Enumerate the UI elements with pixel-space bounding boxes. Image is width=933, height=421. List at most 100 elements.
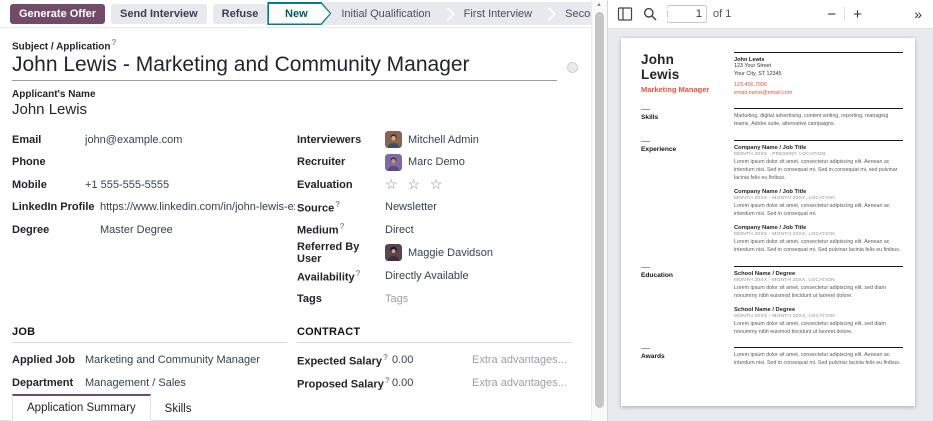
subject-input[interactable]: John Lewis - Marketing and Community Man… <box>12 53 557 81</box>
field-availability: Availability? Directly Available <box>297 265 580 288</box>
expected-salary-input[interactable]: 0.00 <box>392 354 472 366</box>
education-section-label: Education <box>641 272 734 279</box>
experience-entry: Company Name / Job Title MONTH 20XX - MO… <box>734 189 903 219</box>
proposed-salary-extra-input[interactable]: Extra advantages... <box>472 377 567 389</box>
refuse-button[interactable]: Refuse <box>213 4 268 24</box>
experience-entry: Company Name / Job Title MONTH 20XX - MO… <box>734 225 903 255</box>
generate-offer-button[interactable]: Generate Offer <box>10 4 105 24</box>
pdf-toolbar: of 1 − + » <box>608 0 933 29</box>
form-action-bar: Generate Offer Send Interview Refuse New… <box>0 0 591 27</box>
medium-select[interactable]: Direct <box>385 224 414 236</box>
send-interview-button[interactable]: Send Interview <box>111 4 207 24</box>
tags-input[interactable]: Tags <box>385 293 408 305</box>
education-entry-dates: MONTH 20XX - MONTH 20XX, LOCATION <box>734 314 903 319</box>
field-source: Source? Newsletter <box>297 196 580 219</box>
zoom-controls: − + <box>819 6 870 23</box>
sidebar-toggle-icon[interactable] <box>617 6 633 22</box>
zoom-out-button[interactable]: − <box>819 6 844 23</box>
avatar <box>385 131 402 148</box>
stage-new-label: New <box>285 8 308 20</box>
interviewers-input[interactable]: Mitchell Admin <box>385 131 479 148</box>
education-entry-title: School Name / Degree <box>734 307 903 313</box>
skills-section-label: Skills <box>641 114 734 121</box>
applied-job-select[interactable]: Marketing and Community Manager <box>85 354 260 366</box>
resume-contact-block: John Lewis 123 Your Street Your City, ST… <box>734 52 903 97</box>
department-label: Department <box>12 377 85 389</box>
stage-initial-qualification[interactable]: Initial Qualification <box>331 2 443 25</box>
stage-new[interactable]: New <box>267 2 331 25</box>
experience-entry-dates: MONTH 20XX - MONTH 20XX, LOCATION <box>734 196 903 201</box>
help-marker: ? <box>385 376 390 385</box>
resume-last-name: Lewis <box>641 67 734 82</box>
stage-separator-icon <box>545 2 555 25</box>
applicant-name-input[interactable]: John Lewis <box>12 101 579 118</box>
section-rule <box>734 347 903 348</box>
awards-section-label: Awards <box>641 353 734 360</box>
referred-by-label: Referred By User <box>297 241 385 265</box>
interviewers-value: Mitchell Admin <box>408 134 479 146</box>
field-email: Email john@example.com <box>12 128 295 151</box>
linkedin-label: LinkedIn Profile <box>12 201 100 213</box>
section-rule <box>734 52 903 53</box>
degree-select[interactable]: Master Degree <box>100 224 173 236</box>
experience-entry-dates: MONTH 20XX - PRESENT, LOCATION <box>734 152 903 157</box>
experience-entry-title: Company Name / Job Title <box>734 145 903 151</box>
field-applied-job: Applied Job Marketing and Community Mana… <box>12 349 295 372</box>
kanban-state-icon[interactable] <box>567 62 578 73</box>
education-entry-body: Lorem ipsum dolor sit amet, consectetur … <box>734 321 902 337</box>
field-proposed-salary: Proposed Salary? 0.00 Extra advantages..… <box>297 372 580 393</box>
source-select[interactable]: Newsletter <box>385 201 437 213</box>
field-tags: Tags Tags <box>297 287 580 310</box>
education-entry: School Name / Degree MONTH 20XX - MONTH … <box>734 307 903 337</box>
mobile-label: Mobile <box>12 179 85 191</box>
toolbar-expand-button[interactable]: » <box>912 6 924 22</box>
form-scrollbar[interactable]: ▲ <box>591 0 607 421</box>
email-input[interactable]: john@example.com <box>85 134 182 146</box>
search-icon[interactable] <box>642 6 658 22</box>
stage-first-interview[interactable]: First Interview <box>454 2 545 25</box>
section-dash <box>641 348 650 349</box>
contract-section-title: CONTRACT <box>297 326 572 343</box>
proposed-salary-input[interactable]: 0.00 <box>392 377 472 389</box>
referred-by-input[interactable]: Maggie Davidson <box>385 244 493 261</box>
recruiter-input[interactable]: Marc Demo <box>385 154 465 171</box>
expected-salary-extra-input[interactable]: Extra advantages... <box>472 354 567 366</box>
scrollbar-up-icon[interactable]: ▲ <box>596 2 602 8</box>
field-department: Department Management / Sales <box>12 372 295 393</box>
resume-section-experience: Experience Company Name / Job Title MONT… <box>641 140 903 255</box>
contact-phone: 123.456.7890 <box>734 82 903 90</box>
field-interviewers: Interviewers Mitchell Admin <box>297 128 580 151</box>
department-select[interactable]: Management / Sales <box>85 377 186 389</box>
subject-row: John Lewis - Marketing and Community Man… <box>12 53 579 81</box>
applicant-form-panel: Generate Offer Send Interview Refuse New… <box>0 0 591 421</box>
experience-entry: Company Name / Job Title MONTH 20XX - PR… <box>734 145 903 183</box>
resume-header: John Lewis Marketing Manager John Lewis … <box>641 52 903 97</box>
scrollbar-thumb[interactable] <box>595 12 604 408</box>
job-section-title: JOB <box>12 326 287 343</box>
zoom-in-button[interactable]: + <box>845 6 870 23</box>
resume-section-awards: Awards Lorem ipsum dolor sit amet, conse… <box>641 347 903 368</box>
linkedin-input[interactable]: https://www.linkedin.com/in/john-lewis-e… <box>100 201 295 213</box>
experience-entry-title: Company Name / Job Title <box>734 225 903 231</box>
resume-name-block: John Lewis Marketing Manager <box>641 52 734 97</box>
referred-by-value: Maggie Davidson <box>408 247 493 259</box>
tab-skills[interactable]: Skills <box>151 397 206 421</box>
education-entry: School Name / Degree MONTH 20XX - MONTH … <box>734 271 903 301</box>
availability-input[interactable]: Directly Available <box>385 270 469 282</box>
notebook-tabs: Application Summary Skills <box>0 393 591 421</box>
pdf-content-area[interactable]: John Lewis Marketing Manager John Lewis … <box>608 29 933 421</box>
help-marker: ? <box>383 353 388 362</box>
email-label: Email <box>12 134 85 146</box>
mobile-input[interactable]: +1 555-555-5555 <box>85 179 169 191</box>
field-expected-salary: Expected Salary? 0.00 Extra advantages..… <box>297 349 580 372</box>
experience-entry-body: Lorem ipsum dolor sit amet, consectetur … <box>734 239 902 255</box>
contact-address1: 123 Your Street <box>734 63 903 71</box>
section-dash <box>641 267 650 268</box>
tab-application-summary[interactable]: Application Summary <box>12 394 151 421</box>
section-rule <box>734 266 903 267</box>
education-entry-title: School Name / Degree <box>734 271 903 277</box>
form-sheet: Subject / Application? John Lewis - Mark… <box>0 27 591 393</box>
field-phone: Phone <box>12 151 295 174</box>
evaluation-stars[interactable]: ☆ ☆ ☆ <box>385 176 445 193</box>
awards-body: Lorem ipsum dolor sit amet, consectetur … <box>734 352 902 368</box>
